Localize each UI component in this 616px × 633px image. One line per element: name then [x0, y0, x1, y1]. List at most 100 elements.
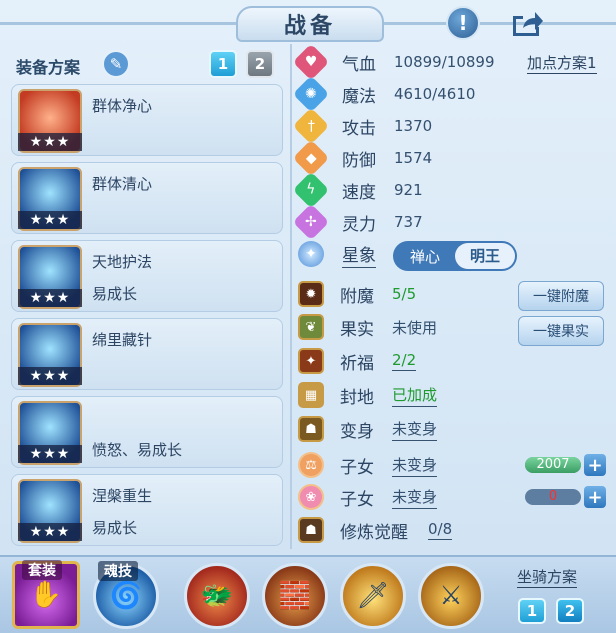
stat-value: 921: [394, 181, 423, 199]
fruit-icon: ❦: [298, 314, 324, 340]
heart-icon: ♥: [292, 43, 330, 81]
equipment-scheme-label: 装备方案: [16, 58, 81, 77]
equipment-trait: 易成长: [92, 285, 138, 303]
child-2-plus-button[interactable]: +: [584, 486, 606, 508]
blessing-icon: ✦: [298, 348, 324, 374]
attribute-row: ⚖ 子女 未变身: [298, 451, 438, 479]
edit-icon[interactable]: ✎: [102, 50, 130, 78]
share-icon[interactable]: [506, 6, 546, 40]
attribute-name: 祈福: [340, 353, 374, 374]
stat-row: ♥ 气血 10899/10899: [292, 43, 495, 81]
equipment-panel: 装备方案 ✎ 1 2 ★★★ 群体净心 ★★★ 群体清心 ★★★ 天地护法 易成长 ★★★ 绵里…: [6, 44, 284, 549]
attribute-name: 封地: [340, 387, 374, 408]
equipment-card[interactable]: ★★★ 群体净心: [11, 84, 283, 156]
defense-icon: ◆: [292, 139, 330, 177]
panel-divider: [290, 44, 292, 549]
spirit-icon: ✢: [292, 203, 330, 241]
attribute-value[interactable]: 未变身: [392, 418, 438, 441]
equipment-trait: 愤怒、易成长: [92, 441, 183, 459]
equipment-card[interactable]: ★★★ 绵里藏针: [11, 318, 283, 390]
stat-name: 防御: [342, 150, 376, 171]
equipment-card[interactable]: ★★★ 愤怒、易成长: [11, 396, 283, 468]
attribute-value[interactable]: 已加成: [392, 384, 438, 407]
warrior-skill-icon[interactable]: 🗡: [340, 563, 406, 629]
equipment-name: 群体净心: [92, 97, 153, 115]
stat-value: 10899/10899: [394, 53, 495, 71]
attribute-name: 变身: [340, 421, 374, 442]
mount-scheme-label[interactable]: 坐骑方案: [517, 566, 578, 588]
stat-value: 4610/4610: [394, 85, 476, 103]
child-icon: ❀: [298, 484, 324, 510]
one-click-fruit-button[interactable]: 一键果实: [518, 316, 604, 346]
attribute-row: ❦ 果实 未使用: [298, 313, 437, 341]
one-click-enchant-button[interactable]: 一键附魔: [518, 281, 604, 311]
enchant-icon: ✹: [298, 281, 324, 307]
equipment-trait: 易成长: [92, 519, 138, 537]
soul-skill-label: 魂技: [98, 561, 138, 581]
star-rating: ★★★: [18, 445, 82, 463]
attribute-name: 修炼觉醒: [340, 522, 408, 543]
equipment-name: 涅槃重生: [92, 487, 153, 505]
attribute-value: 未使用: [392, 318, 438, 337]
star-rating: ★★★: [18, 367, 82, 385]
equipment-tab-2[interactable]: 2: [246, 50, 274, 78]
mount-tab-1[interactable]: 1: [518, 598, 546, 624]
attribute-row: ☗ 变身 未变身: [298, 415, 438, 443]
attribute-value[interactable]: 未变身: [392, 486, 438, 509]
star-rating: ★★★: [18, 211, 82, 229]
attribute-row: ❀ 子女 未变身: [298, 483, 438, 511]
star-sign-label[interactable]: 星象: [342, 241, 376, 268]
attribute-name: 子女: [340, 489, 374, 510]
attribute-row: ▦ 封地 已加成: [298, 381, 438, 409]
equipment-card[interactable]: ★★★ 涅槃重生易成长: [11, 474, 283, 546]
stat-value: 737: [394, 213, 423, 231]
fief-icon: ▦: [298, 382, 324, 408]
equipment-name: 绵里藏针: [92, 331, 153, 349]
attribute-name: 果实: [340, 319, 374, 340]
child-1-bar-value: 2007: [536, 457, 570, 472]
stat-name: 速度: [342, 182, 376, 203]
equipment-card[interactable]: ★★★ 天地护法 易成长: [11, 240, 283, 312]
attribute-value[interactable]: 0/8: [428, 520, 453, 540]
stat-name: 气血: [342, 54, 376, 75]
attribute-name: 附魔: [340, 286, 374, 307]
battle-prep-panel: 战备 ! 装备方案 ✎ 1 2 ★★★ 群体净心 ★★★ 群体清心 ★★★ 天地护法 易成长…: [0, 0, 616, 633]
mount-tab-2[interactable]: 2: [556, 598, 584, 624]
attribute-name: 子女: [340, 457, 374, 478]
wall-skill-icon[interactable]: 🧱: [262, 563, 328, 629]
attribute-value[interactable]: 未变身: [392, 454, 438, 477]
star-rating: ★★★: [18, 133, 82, 151]
star-sign-toggle[interactable]: 禅心 明王: [393, 241, 517, 271]
stat-row: ✢ 灵力 737: [292, 203, 423, 241]
speed-icon: ϟ: [292, 171, 330, 209]
attribute-value: 5/5: [392, 285, 417, 303]
attribute-value[interactable]: 2/2: [392, 351, 417, 371]
cultivation-icon: ☗: [298, 517, 324, 543]
info-icon[interactable]: !: [446, 6, 480, 40]
stat-row: † 攻击 1370: [292, 107, 432, 145]
stat-row: ✺ 魔法 4610/4610: [292, 75, 476, 113]
stat-row: ◆ 防御 1574: [292, 139, 433, 177]
child-2-bar: 0: [525, 489, 581, 505]
transform-icon: ☗: [298, 416, 324, 442]
star-sign-option-mingwang[interactable]: 明王: [455, 243, 515, 269]
attribute-row: ☗ 修炼觉醒 0/8: [298, 516, 453, 544]
star-sign-option-chanxin[interactable]: 禅心: [395, 246, 455, 267]
child-icon: ⚖: [298, 452, 324, 478]
suit-label: 套装: [22, 560, 62, 580]
child-1-plus-button[interactable]: +: [584, 454, 606, 476]
attack-icon: †: [292, 107, 330, 145]
stat-name: 灵力: [342, 214, 376, 235]
golden-warrior-skill-icon[interactable]: ⚔: [418, 563, 484, 629]
mana-icon: ✺: [292, 75, 330, 113]
attribute-row: ✹ 附魔 5/5: [298, 280, 416, 308]
star-sign-icon: ✦: [298, 241, 324, 267]
beast-skill-icon[interactable]: 🐲: [184, 563, 250, 629]
add-point-plan-link[interactable]: 加点方案1: [527, 52, 597, 74]
equipment-tab-1[interactable]: 1: [209, 50, 237, 78]
stat-row: ϟ 速度 921: [292, 171, 423, 209]
star-rating: ★★★: [18, 523, 82, 541]
stat-value: 1574: [394, 149, 433, 167]
equipment-card[interactable]: ★★★ 群体清心: [11, 162, 283, 234]
stat-name: 魔法: [342, 86, 376, 107]
